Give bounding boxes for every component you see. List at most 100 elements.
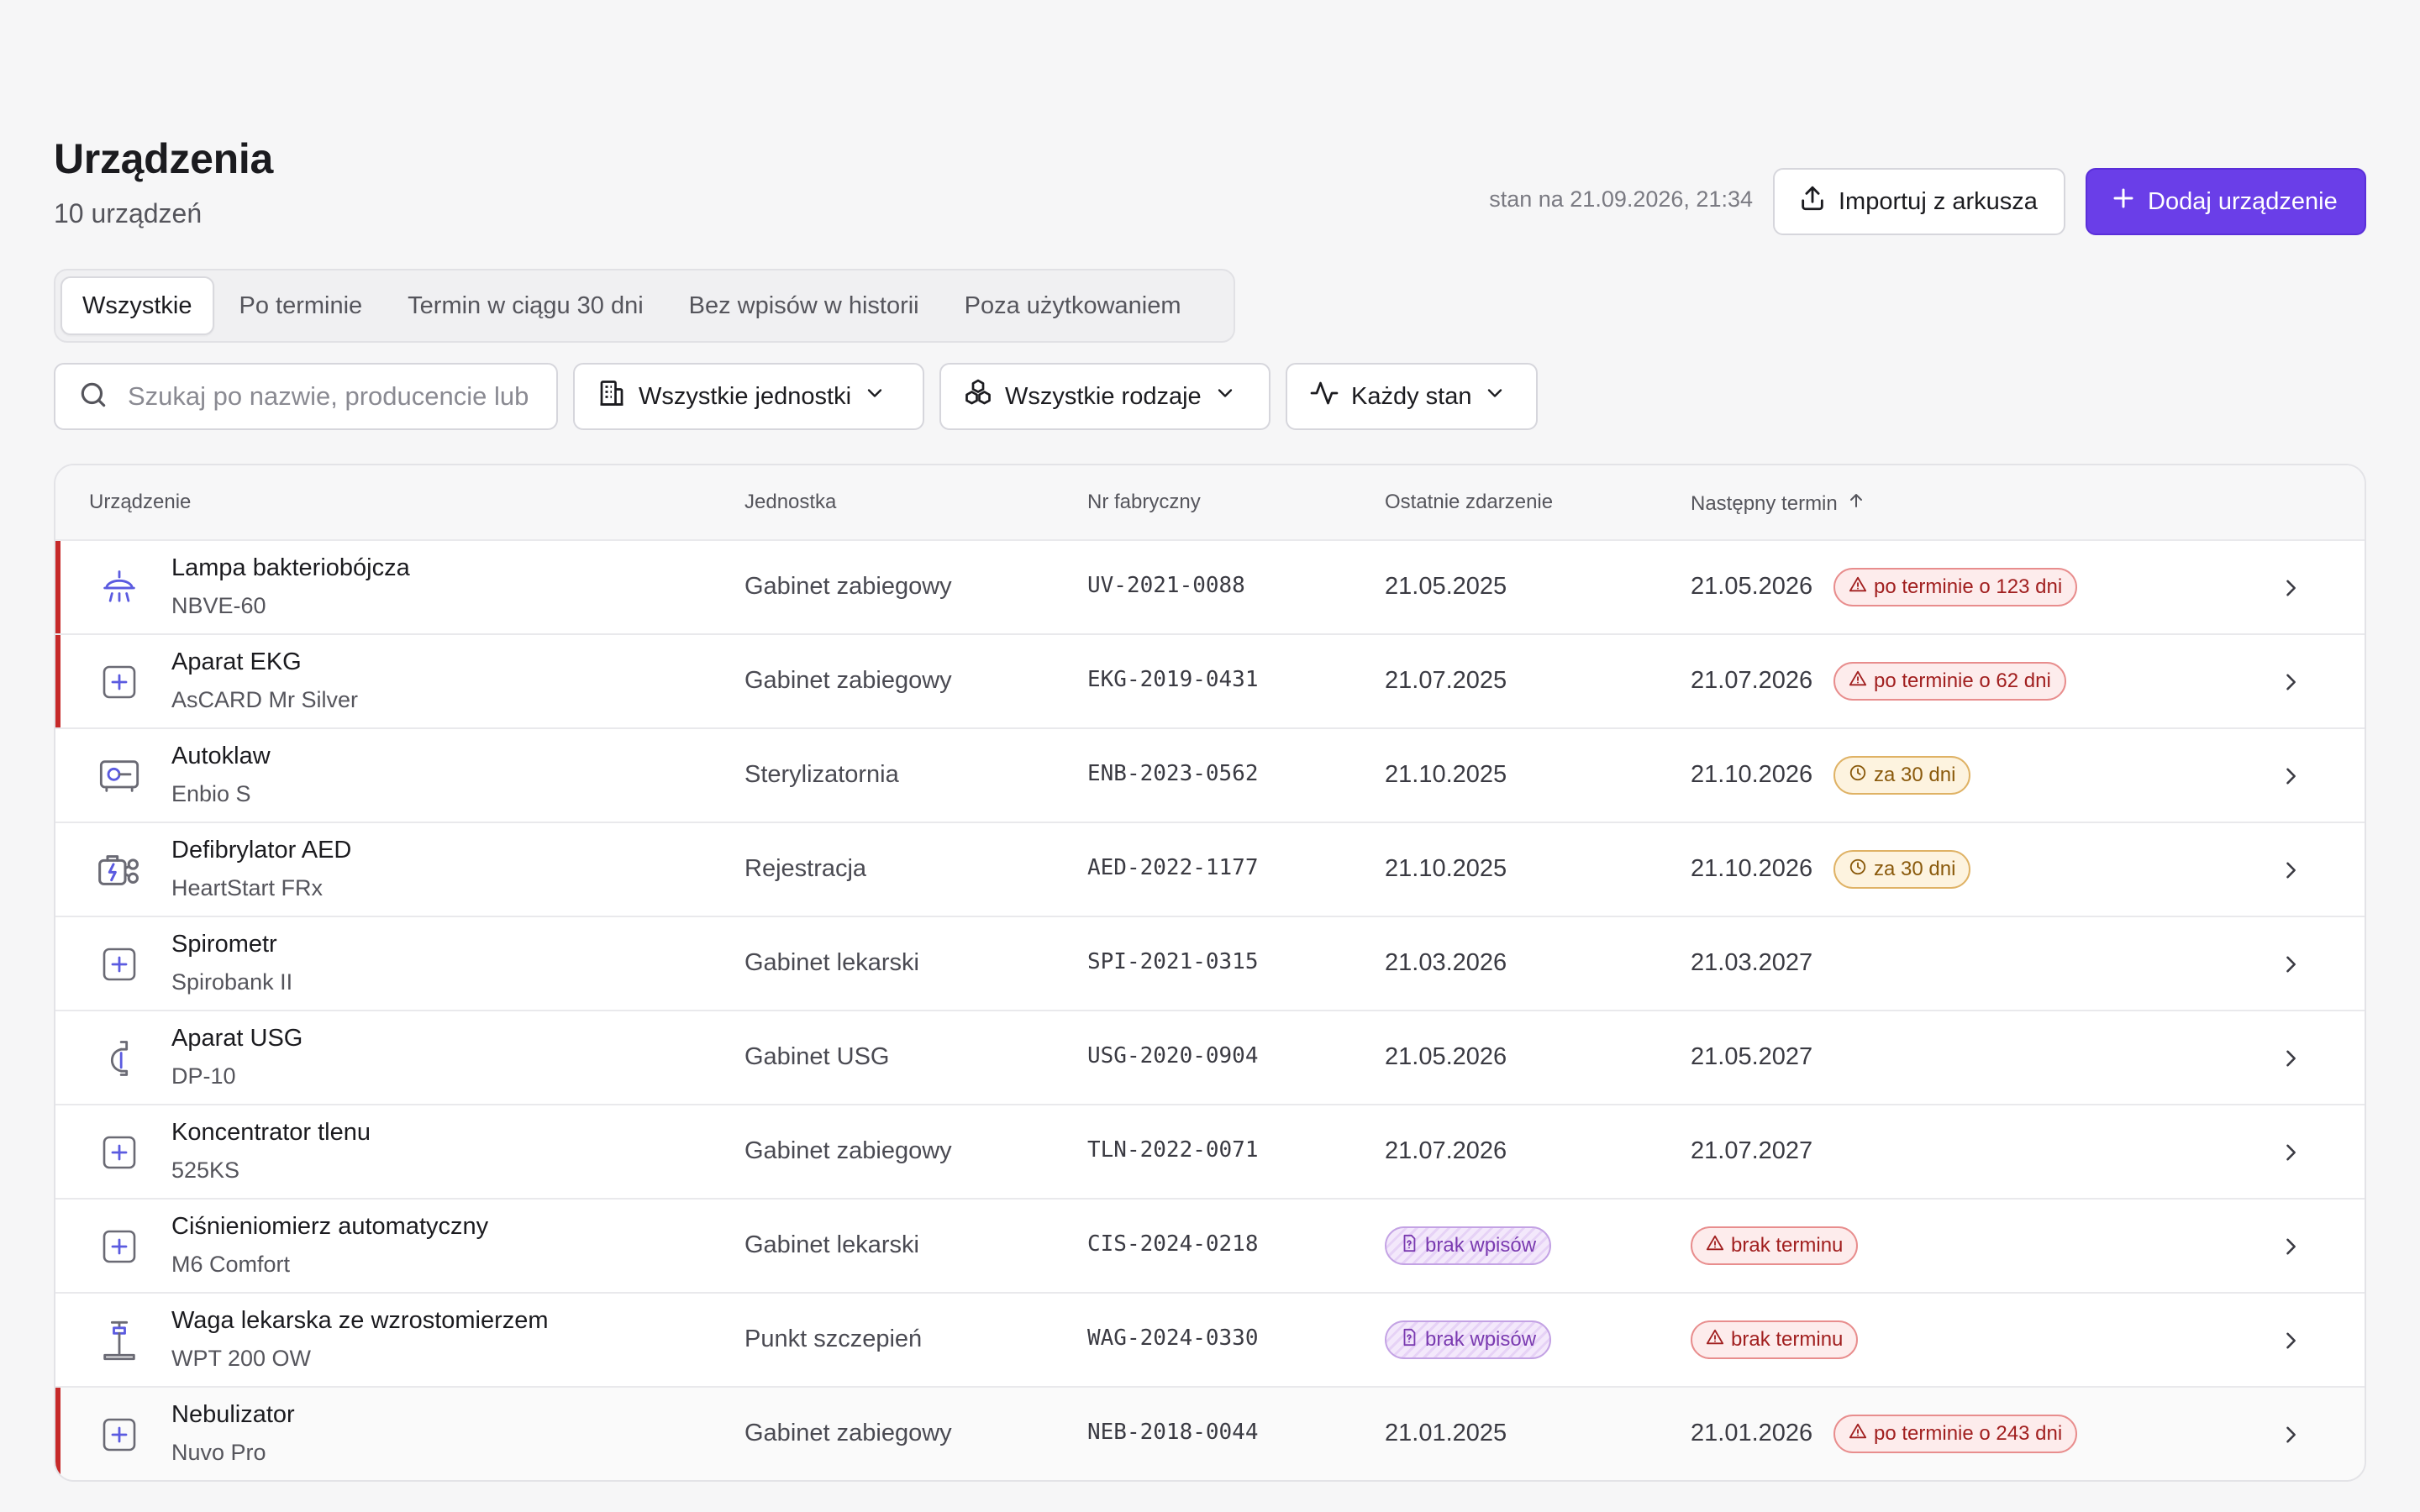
table-row[interactable]: Defibrylator AED HeartStart FRx Rejestra… [55,823,2365,917]
chevron-right-icon[interactable] [2275,1137,2306,1168]
device-model: NBVE-60 [171,593,266,618]
building-icon [597,378,627,415]
device-name: Waga lekarska ze wzrostomierzem [171,1307,549,1334]
import-sheet-button[interactable]: Importuj z arkusza [1773,168,2065,235]
device-model: Enbio S [171,781,251,806]
column-header-unit[interactable]: Jednostka [744,491,836,514]
device-unit: Sterylizatornia [744,761,899,788]
table-row[interactable]: Lampa bakteriobójcza NBVE-60 Gabinet zab… [55,541,2365,635]
no-due-date-badge-text: brak terminu [1731,1328,1844,1351]
last-event-date: 21.07.2026 [1385,1137,1507,1164]
chevron-right-icon[interactable] [2275,761,2306,791]
table-row[interactable]: Koncentrator tlenu 525KS Gabinet zabiego… [55,1105,2365,1200]
device-name: Koncentrator tlenu [171,1119,371,1146]
due-soon-badge-text: za 30 dni [1874,858,1956,880]
column-header-next-due[interactable]: Następny termin [1691,491,1866,517]
table-row[interactable]: Nebulizator Nuvo Pro Gabinet zabiegowy N… [55,1388,2365,1480]
device-model: HeartStart FRx [171,875,324,900]
device-serial: AED-2022-1177 [1087,855,1259,880]
chevron-right-icon[interactable] [2275,949,2306,979]
unit-filter-select[interactable]: Wszystkie jednostki [573,363,924,430]
add-device-label: Dodaj urządzenie [2148,187,2338,215]
chevron-right-icon[interactable] [2275,1043,2306,1074]
device-name: Lampa bakteriobójcza [171,554,410,581]
chevron-right-icon[interactable] [2275,573,2306,603]
next-due-date: 21.10.2026 [1691,761,1813,788]
search-box[interactable] [54,363,558,430]
chevron-right-icon[interactable] [2275,855,2306,885]
table-row[interactable]: Autoklaw Enbio S Sterylizatornia ENB-202… [55,729,2365,823]
table-row[interactable]: Aparat EKG AsCARD Mr Silver Gabinet zabi… [55,635,2365,729]
next-due-date: 21.01.2026 [1691,1420,1813,1446]
next-due-date: 21.07.2026 [1691,667,1813,694]
tab-no-history[interactable]: Bez wpisów w historii [669,276,939,335]
last-event-date: 21.10.2025 [1385,761,1507,788]
search-input[interactable] [128,381,531,412]
overdue-badge: po terminie o 123 dni [1833,568,2078,606]
no-entries-badge: brak wpisów [1385,1226,1552,1265]
device-model: 525KS [171,1158,240,1183]
boxes-icon [963,378,993,415]
search-icon [77,379,109,415]
no-due-date-badge: brak terminu [1691,1226,1859,1265]
device-unit: Rejestracja [744,855,867,882]
device-unit: Gabinet zabiegowy [744,1137,952,1164]
chevron-right-icon[interactable] [2275,667,2306,697]
device-unit: Gabinet zabiegowy [744,1420,952,1446]
tab-all[interactable]: Wszystkie [60,276,214,335]
chevron-right-icon[interactable] [2275,1231,2306,1262]
overdue-badge-text: po terminie o 62 dni [1874,669,2051,692]
unit-filter-value: Wszystkie jednostki [639,382,852,410]
table-row[interactable]: Aparat USG DP-10 Gabinet USG USG-2020-09… [55,1011,2365,1105]
table-row[interactable]: Spirometr Spirobank II Gabinet lekarski … [55,917,2365,1011]
device-model: AsCARD Mr Silver [171,687,359,712]
chevron-right-icon[interactable] [2275,1326,2306,1356]
device-unit: Gabinet USG [744,1043,890,1070]
no-due-date-badge-text: brak terminu [1731,1234,1844,1257]
column-header-next-due-label: Następny termin [1691,491,1838,515]
activity-icon [1309,378,1339,415]
device-name: Autoklaw [171,743,271,769]
warning-icon [1849,1422,1867,1446]
device-name: Nebulizator [171,1401,295,1428]
last-event-date: 21.05.2025 [1385,573,1507,600]
device-serial: CIS-2024-0218 [1087,1231,1259,1257]
chevron-right-icon[interactable] [2275,1420,2306,1450]
scale-icon [94,1315,145,1366]
table-row[interactable]: Waga lekarska ze wzrostomierzem WPT 200 … [55,1294,2365,1388]
medical-plus-icon [94,939,145,990]
device-unit: Gabinet lekarski [744,1231,919,1258]
state-filter-select[interactable]: Każdy stan [1286,363,1538,430]
ultrasound-probe-icon [94,1033,145,1084]
next-due-date: 21.05.2026 [1691,573,1813,600]
column-header-last-event[interactable]: Ostatnie zdarzenie [1385,491,1553,514]
state-filter-value: Każdy stan [1351,382,1472,410]
medical-plus-icon [94,1410,145,1460]
medical-plus-icon [94,1127,145,1178]
devices-page: Urządzenia 10 urządzeń stan na 21.09.202… [0,0,2420,1512]
tab-due-30-days[interactable]: Termin w ciągu 30 dni [387,276,663,335]
device-serial: SPI-2021-0315 [1087,949,1259,974]
due-soon-badge: za 30 dni [1833,850,1971,889]
device-model: M6 Comfort [171,1252,291,1277]
device-name: Aparat USG [171,1025,303,1052]
tab-overdue[interactable]: Po terminie [219,276,383,335]
device-serial: NEB-2018-0044 [1087,1420,1259,1445]
clock-icon [1849,764,1867,788]
device-name: Spirometr [171,931,277,958]
next-due-date: 21.07.2027 [1691,1137,1813,1164]
kind-filter-select[interactable]: Wszystkie rodzaje [939,363,1270,430]
add-device-button[interactable]: Dodaj urządzenie [2086,168,2366,235]
medical-plus-icon [94,1221,145,1272]
device-serial: ENB-2023-0562 [1087,761,1259,786]
uv-lamp-icon [94,563,145,613]
warning-icon [1849,669,1867,694]
page-title: Urządzenia [54,135,273,182]
table-row[interactable]: Ciśnieniomierz automatyczny M6 Comfort G… [55,1200,2365,1294]
device-unit: Punkt szczepień [744,1326,923,1352]
column-header-serial[interactable]: Nr fabryczny [1087,491,1201,514]
device-unit: Gabinet zabiegowy [744,573,952,600]
column-header-device[interactable]: Urządzenie [89,491,191,514]
tab-out-of-use[interactable]: Poza użytkowaniem [944,276,1202,335]
data-timestamp: stan na 21.09.2026, 21:34 [1489,186,1753,212]
